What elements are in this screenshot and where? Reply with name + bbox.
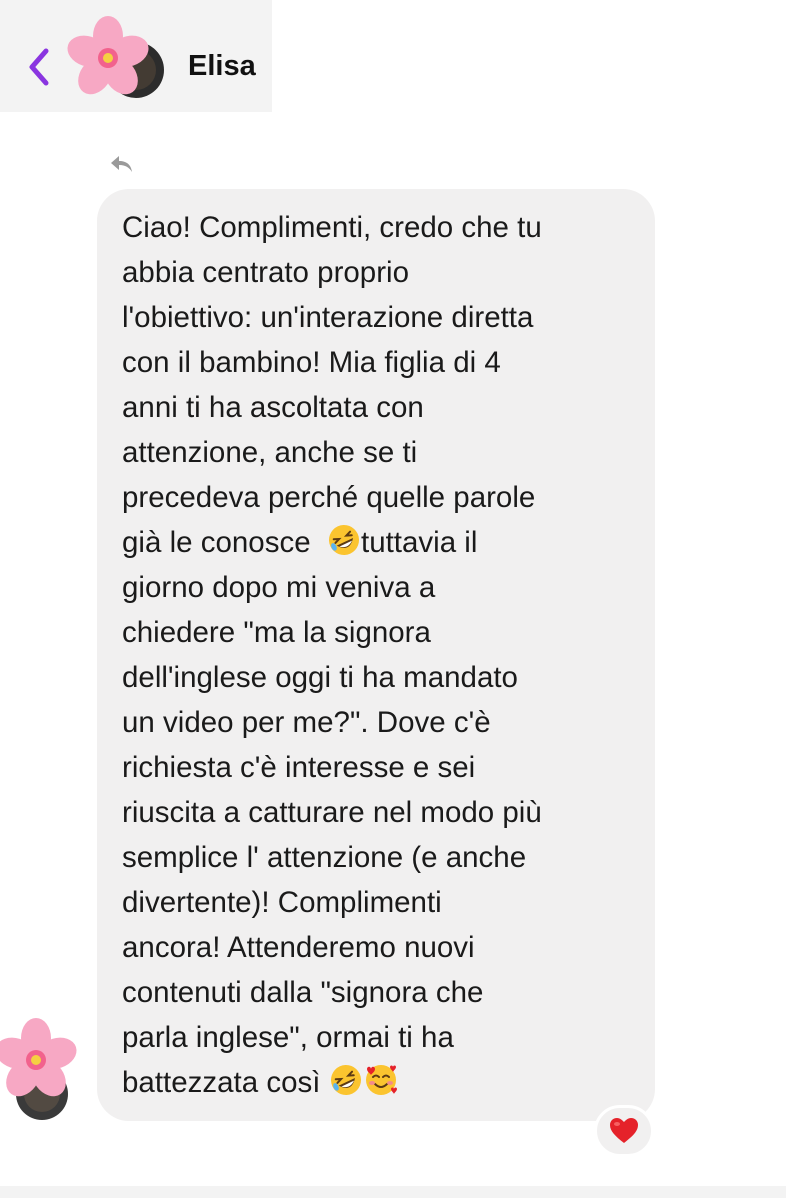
message-line: contenuti dalla "signora che — [122, 976, 484, 1009]
message-reaction[interactable] — [594, 1105, 654, 1157]
cherry-blossom-icon — [67, 16, 164, 98]
chevron-left-icon — [29, 48, 49, 86]
message-line: divertente)! Complimenti — [122, 886, 442, 919]
message-line: giorno dopo mi veniva a — [122, 571, 436, 604]
cherry-blossom-icon — [0, 1018, 77, 1120]
message-line-with-emoji: già le conosce tuttavia il — [122, 520, 652, 565]
message-line: Ciao! Complimenti, credo che tu — [122, 211, 542, 244]
message-line: già le conosce — [122, 526, 327, 559]
red-heart-icon — [610, 1118, 638, 1143]
reply-arrow-icon[interactable] — [108, 152, 136, 176]
message-line: chiedere "ma la signora — [122, 616, 431, 649]
message-line: parla inglese", ormai ti ha — [122, 1021, 454, 1054]
back-button[interactable] — [22, 44, 56, 90]
message-line: semplice l' attenzione (e anche — [122, 841, 527, 874]
rolling-on-floor-laughing-icon — [329, 525, 359, 555]
bottom-bar — [0, 1186, 786, 1198]
avatar[interactable] — [62, 14, 166, 106]
header-contact-area[interactable]: Elisa — [0, 0, 272, 112]
message-line: precedeva perché quelle parole — [122, 481, 536, 514]
message-line: abbia centrato proprio — [122, 256, 409, 289]
chat-header: Elisa — [0, 0, 786, 122]
contact-name[interactable]: Elisa — [188, 50, 256, 83]
message-line: attenzione, anche se ti — [122, 436, 418, 469]
message-line: l'obiettivo: un'interazione diretta — [122, 301, 534, 334]
message-line: tuttavia il — [361, 526, 478, 559]
message-line: ancora! Attenderemo nuovi — [122, 931, 475, 964]
smiling-face-with-hearts-icon — [365, 1065, 397, 1095]
sender-avatar[interactable] — [0, 1010, 84, 1122]
message-line: richiesta c'è interesse e sei — [122, 751, 476, 784]
message-line-with-emoji: battezzata così — [122, 1060, 652, 1105]
message-line: anni ti ha ascoltata con — [122, 391, 424, 424]
message-line: riuscita a catturare nel modo più — [122, 796, 542, 829]
message-text: Ciao! Complimenti, credo che tu abbia ce… — [122, 205, 652, 1105]
message-line: dell'inglese oggi ti ha mandato — [122, 661, 518, 694]
rolling-on-floor-laughing-icon — [330, 1065, 361, 1095]
message-line: con il bambino! Mia figlia di 4 — [122, 346, 501, 379]
message-line: battezzata così — [122, 1066, 329, 1099]
message-line: un video per me?". Dove c'è — [122, 706, 491, 739]
